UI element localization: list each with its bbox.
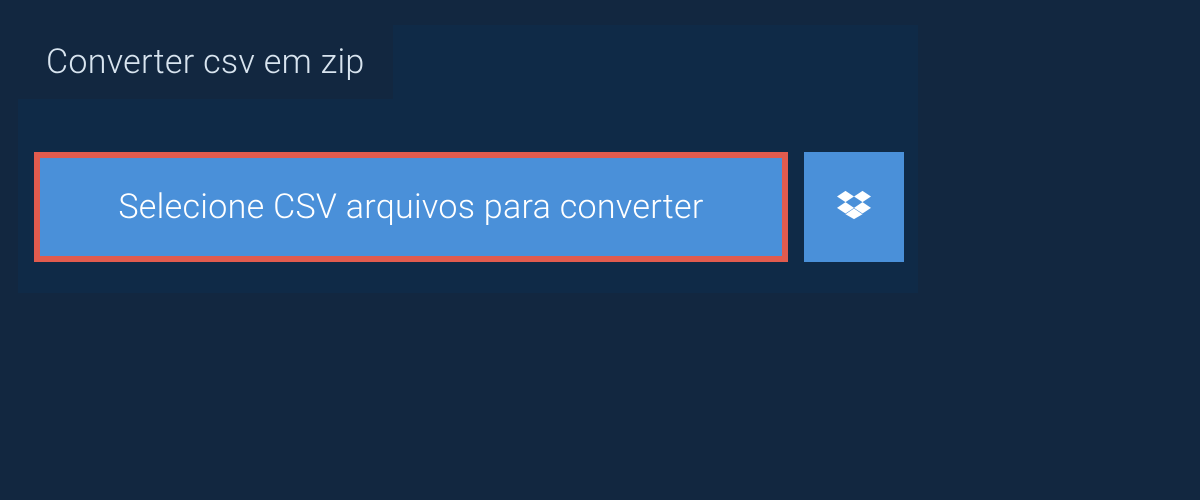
converter-panel: Converter csv em zip Selecione CSV arqui…	[18, 25, 918, 293]
button-row: Selecione CSV arquivos para converter	[34, 152, 904, 262]
dropbox-icon	[837, 188, 871, 226]
select-files-button[interactable]: Selecione CSV arquivos para converter	[34, 152, 788, 262]
tab-converter[interactable]: Converter csv em zip	[18, 25, 393, 99]
select-files-label: Selecione CSV arquivos para converter	[118, 187, 703, 227]
tab-label: Converter csv em zip	[46, 42, 365, 82]
dropbox-button[interactable]	[804, 152, 904, 262]
